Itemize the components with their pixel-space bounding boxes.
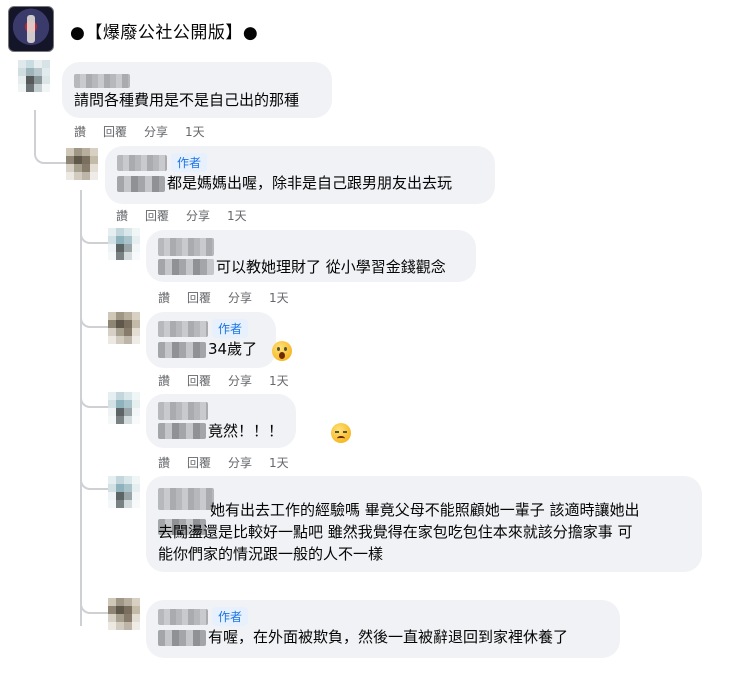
reply-button[interactable]: 回覆 [187, 456, 211, 470]
comment-text-line: 去闖盪還是比較好一點吧 雖然我覺得在家包吃包住本來就該分擔家事 可 [158, 523, 633, 541]
astonished-face-icon [272, 340, 292, 361]
avatar[interactable] [108, 476, 140, 508]
name-tag-blurred[interactable] [158, 423, 206, 439]
commenter-name[interactable] [158, 401, 208, 420]
comment-text: 34歲了 [208, 340, 258, 358]
share-button[interactable]: 分享 [228, 374, 252, 388]
timestamp[interactable]: 1天 [269, 374, 289, 388]
avatar[interactable] [66, 148, 98, 180]
timestamp[interactable]: 1天 [227, 209, 247, 223]
comment-text: 竟然！！！ [208, 421, 284, 440]
group-avatar[interactable] [8, 6, 54, 52]
comment-bubble: 竟然！！！ [146, 394, 296, 448]
commenter-name[interactable] [158, 488, 214, 510]
timestamp[interactable]: 1天 [269, 291, 289, 305]
share-button[interactable]: 分享 [228, 456, 252, 470]
reply-button[interactable]: 回覆 [187, 374, 211, 388]
thread-connector [80, 406, 108, 490]
name-tag-blurred[interactable] [158, 259, 214, 275]
author-badge: 作者 [212, 319, 249, 338]
comment-actions: 讚 回覆 分享 1天 [158, 289, 306, 306]
share-button[interactable]: 分享 [186, 209, 210, 223]
timestamp[interactable]: 1天 [185, 125, 205, 139]
avatar[interactable] [108, 312, 140, 344]
avatar[interactable] [108, 598, 140, 630]
thread-connector [34, 110, 66, 164]
sad-tear-face-icon [331, 422, 352, 443]
comment-actions: 讚 回覆 分享 1天 [158, 454, 306, 471]
commenter-name[interactable] [158, 237, 214, 256]
comment-text: 有喔，在外面被欺負，然後一直被辭退回到家裡休養了 [208, 628, 569, 646]
thread-connector [80, 326, 108, 408]
comment-text: 都是媽媽出喔，除非是自己跟男朋友出去玩 [167, 174, 453, 192]
name-tag-blurred[interactable] [158, 629, 206, 646]
thread-connector [80, 242, 108, 328]
group-name[interactable]: ●【爆廢公社公開版】● [70, 18, 258, 43]
like-button[interactable]: 讚 [116, 209, 128, 223]
reply-button[interactable]: 回覆 [103, 125, 127, 139]
comment-actions: 讚 回覆 分享 1天 [116, 207, 264, 224]
commenter-name[interactable] [158, 320, 208, 337]
comment-text-line: 她有出去工作的經驗嗎 畢竟父母不能照顧她一輩子 該適時讓她出 [210, 501, 640, 519]
avatar[interactable] [108, 228, 140, 260]
like-button[interactable]: 讚 [158, 456, 170, 470]
comment-actions: 讚 回覆 分享 1天 [158, 372, 306, 389]
comment-bubble: 她有出去工作的經驗嗎 畢竟父母不能照顧她一輩子 該適時讓她出 去闖盪還是比較好一… [146, 476, 702, 572]
thread-connector [80, 488, 108, 614]
name-tag-blurred[interactable] [117, 175, 165, 192]
share-button[interactable]: 分享 [228, 291, 252, 305]
author-badge: 作者 [171, 153, 208, 172]
comment-bubble: 請問各種費用是不是自己出的那種 [62, 62, 332, 118]
comment-bubble: 作者 都是媽媽出喔，除非是自己跟男朋友出去玩 [105, 146, 495, 204]
like-button[interactable]: 讚 [74, 125, 86, 139]
timestamp[interactable]: 1天 [269, 456, 289, 470]
comment-text: 可以教她理財了 從小學習金錢觀念 [216, 257, 446, 276]
name-tag-blurred[interactable] [158, 341, 206, 358]
comment-text-line: 能你們家的情況跟一般的人不一樣 [158, 545, 384, 563]
commenter-name[interactable] [158, 608, 208, 625]
thread-connector [80, 190, 108, 244]
like-button[interactable]: 讚 [158, 291, 170, 305]
share-button[interactable]: 分享 [144, 125, 168, 139]
commenter-name[interactable] [117, 154, 167, 171]
reply-button[interactable]: 回覆 [187, 291, 211, 305]
commenter-name[interactable] [74, 73, 130, 88]
comment-text: 請問各種費用是不是自己出的那種 [74, 91, 300, 109]
comment-bubble: 作者 有喔，在外面被欺負，然後一直被辭退回到家裡休養了 [146, 600, 620, 658]
avatar[interactable] [18, 60, 50, 92]
comment-bubble: 可以教她理財了 從小學習金錢觀念 [146, 230, 476, 282]
reply-button[interactable]: 回覆 [145, 209, 169, 223]
author-badge: 作者 [212, 607, 249, 626]
comment-bubble: 作者 34歲了 [146, 312, 276, 368]
avatar[interactable] [108, 392, 140, 424]
like-button[interactable]: 讚 [158, 374, 170, 388]
comment-actions: 讚 回覆 分享 1天 [74, 123, 222, 140]
